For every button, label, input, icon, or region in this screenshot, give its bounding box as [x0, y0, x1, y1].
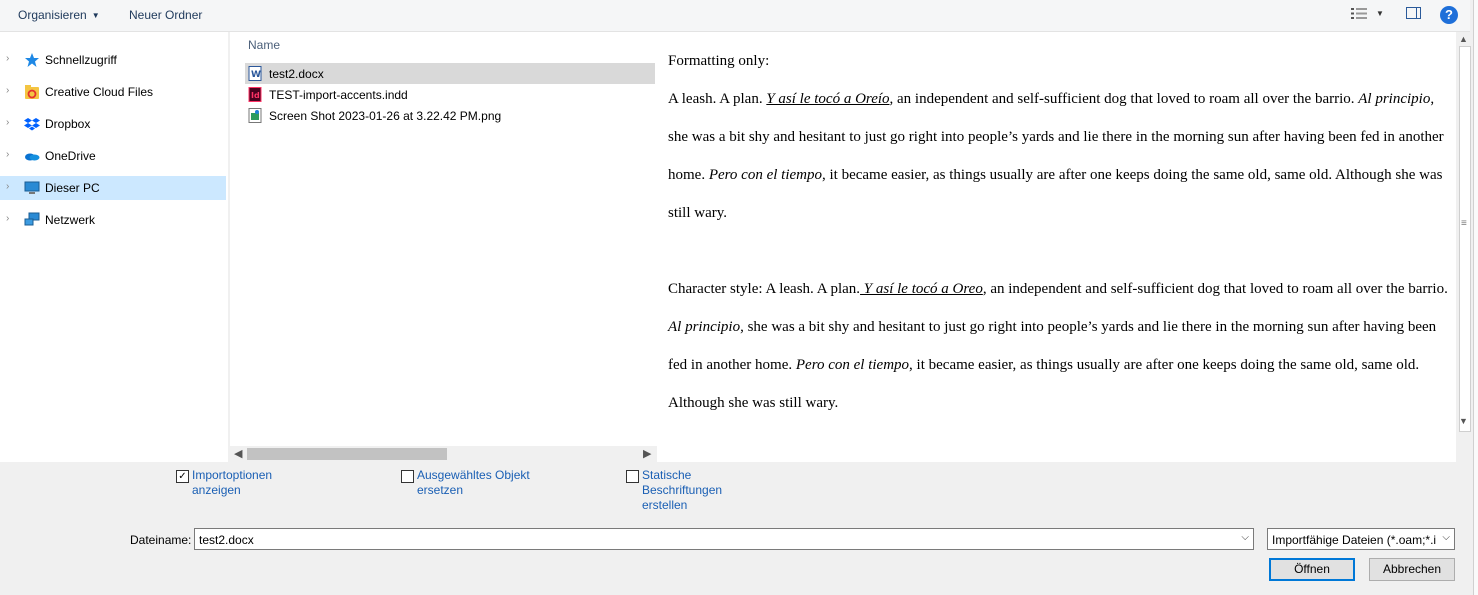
nav-item-this-pc[interactable]: › Dieser PC — [0, 176, 226, 200]
filename-value[interactable]: test2.docx — [199, 533, 254, 547]
cancel-button[interactable]: Abbrechen — [1369, 558, 1455, 581]
filename-label: Dateiname: — [130, 533, 192, 547]
file-name: Screen Shot 2023-01-26 at 3.22.42 PM.png — [269, 109, 502, 123]
chevron-right-icon[interactable]: › — [6, 117, 9, 128]
window-edge — [1473, 0, 1478, 595]
view-details-icon[interactable] — [1351, 7, 1367, 20]
open-button[interactable]: Öffnen — [1269, 558, 1355, 581]
organize-button[interactable]: Organisieren ▼ — [18, 8, 100, 22]
preview-paragraph-1: A leash. A plan. Y así le tocó a Oreío, … — [668, 80, 1453, 232]
organize-label: Organisieren — [18, 8, 87, 22]
indesign-file-icon: Id — [248, 87, 262, 102]
preview-pane: Formatting only: A leash. A plan. Y así … — [657, 32, 1456, 462]
checkbox-label[interactable]: Statische Beschriftungen erstellen — [642, 468, 722, 513]
vertical-scrollbar[interactable]: ▲ ≡ ▼ — [1456, 32, 1473, 462]
svg-text:Id: Id — [251, 91, 260, 100]
scroll-grip-icon: ≡ — [1461, 218, 1467, 229]
chevron-right-icon[interactable]: › — [6, 213, 9, 224]
italic-underline-run: Y así le tocó a Oreío — [766, 91, 890, 107]
nav-item-network[interactable]: › Netzwerk — [0, 208, 226, 232]
column-header-name[interactable]: Name — [248, 38, 280, 52]
nav-item-creative-cloud[interactable]: › Creative Cloud Files — [0, 80, 226, 104]
chevron-right-icon[interactable]: › — [6, 149, 9, 160]
navigation-pane: › Schnellzugriff › Creative Cloud Files … — [0, 32, 228, 462]
document-preview: Formatting only: A leash. A plan. Y así … — [668, 42, 1453, 422]
computer-icon — [24, 181, 40, 194]
text-run: A leash. A plan. — [668, 91, 767, 107]
horizontal-scrollbar[interactable]: ◀ ▶ — [230, 446, 657, 462]
nav-item-label: Schnellzugriff — [45, 53, 117, 67]
chevron-right-icon[interactable]: › — [6, 53, 9, 64]
scrollbar-thumb[interactable] — [1459, 46, 1471, 432]
file-name: TEST-import-accents.indd — [269, 88, 408, 102]
nav-item-label: Dieser PC — [45, 181, 100, 195]
scroll-left-icon[interactable]: ◀ — [234, 447, 242, 460]
chevron-right-icon[interactable]: › — [6, 181, 9, 192]
checkbox-checked-icon[interactable]: ✓ — [176, 470, 189, 483]
nav-item-label: Creative Cloud Files — [45, 85, 154, 99]
file-row[interactable]: W test2.docx — [245, 63, 655, 84]
nav-item-label: OneDrive — [45, 149, 96, 163]
help-icon[interactable]: ? — [1440, 6, 1458, 24]
network-icon — [24, 212, 40, 226]
italic-run: Pero con el tiempo — [708, 167, 822, 183]
text-run: Character style: A leash. A plan. — [668, 281, 861, 297]
file-row[interactable]: Id TEST-import-accents.indd — [245, 84, 655, 105]
scrollbar-thumb[interactable] — [247, 448, 447, 460]
checkbox-unchecked-icon[interactable] — [401, 470, 414, 483]
checkbox-unchecked-icon[interactable] — [626, 470, 639, 483]
italic-run: Al principio — [1358, 91, 1431, 107]
checkbox-label[interactable]: Ausgewähltes Objekt ersetzen — [417, 468, 530, 498]
view-options-chevron-icon[interactable]: ▼ — [1376, 9, 1384, 18]
chevron-down-icon[interactable]: ⌵ — [1442, 532, 1450, 543]
nav-item-dropbox[interactable]: › Dropbox — [0, 112, 226, 136]
star-icon — [25, 53, 39, 67]
chevron-down-icon: ▼ — [91, 11, 100, 20]
onedrive-icon — [25, 153, 40, 161]
png-image-icon — [248, 108, 262, 123]
chevron-right-icon[interactable]: › — [6, 85, 9, 96]
nav-item-quick-access[interactable]: › Schnellzugriff — [0, 48, 226, 72]
scroll-up-icon[interactable]: ▲ — [1459, 34, 1468, 44]
nav-item-onedrive[interactable]: › OneDrive — [0, 144, 226, 168]
preview-pane-icon[interactable] — [1406, 7, 1421, 19]
command-bar: Organisieren ▼ Neuer Ordner ▼ ? — [0, 0, 1470, 32]
checkbox-label[interactable]: Importoptionen anzeigen — [192, 468, 272, 498]
filetype-select[interactable]: Importfähige Dateien (*.oam;*.i ⌵ — [1267, 528, 1455, 550]
filename-input[interactable]: test2.docx ⌵ — [194, 528, 1254, 550]
filetype-value[interactable]: Importfähige Dateien (*.oam;*.i — [1272, 533, 1438, 547]
word-doc-icon: W — [248, 66, 262, 81]
file-name: test2.docx — [269, 67, 324, 81]
svg-text:W: W — [251, 70, 261, 80]
text-run: , an independent and self-sufficient dog… — [982, 281, 1448, 297]
nav-item-label: Dropbox — [45, 117, 91, 131]
file-row[interactable]: Screen Shot 2023-01-26 at 3.22.42 PM.png — [245, 105, 655, 126]
italic-run: Al principio — [668, 319, 741, 335]
scroll-right-icon[interactable]: ▶ — [643, 447, 651, 460]
italic-run: Pero con el tiempo — [795, 357, 910, 373]
preview-heading: Formatting only: — [668, 53, 770, 69]
file-list: Name W test2.docx Id TEST-import-accents… — [229, 32, 657, 462]
scroll-down-icon[interactable]: ▼ — [1459, 416, 1468, 426]
italic-underline-run: Y así le tocó a Oreo — [860, 281, 983, 297]
creative-cloud-icon — [25, 85, 39, 99]
text-run: , an independent and self-sufficient dog… — [889, 91, 1359, 107]
new-folder-button[interactable]: Neuer Ordner — [129, 8, 202, 22]
nav-item-label: Netzwerk — [45, 213, 96, 227]
chevron-down-icon[interactable]: ⌵ — [1241, 532, 1249, 543]
preview-paragraph-2: Character style: A leash. A plan. Y así … — [668, 270, 1453, 422]
dropbox-icon — [24, 118, 40, 131]
